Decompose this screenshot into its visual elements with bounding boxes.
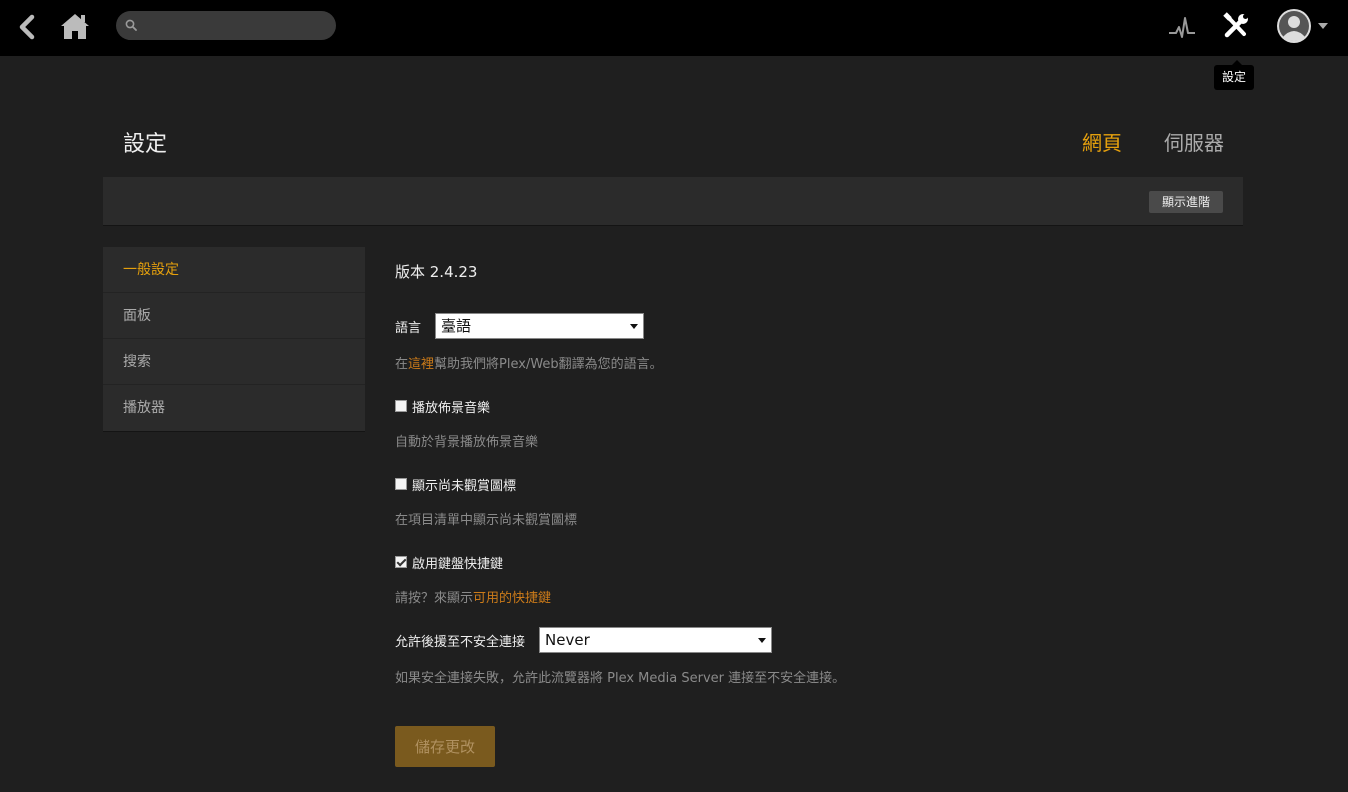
version-text: 版本 2.4.23 — [395, 263, 478, 281]
theme-music-help: 自動於背景播放佈景音樂 — [395, 435, 539, 450]
settings-toolbar: 顯示進階 — [103, 177, 1243, 226]
settings-sidebar: 一般設定 面板 搜索 播放器 — [103, 247, 365, 432]
unwatched-icons-row: 顯示尚未觀賞圖標 — [395, 475, 516, 494]
shortcuts-link[interactable]: 可用的快捷鍵 — [473, 591, 551, 606]
activity-button[interactable] — [1166, 12, 1198, 42]
home-icon — [61, 14, 89, 39]
save-changes-button[interactable]: 儲存更改 — [395, 726, 495, 767]
settings-tabs: 網頁 伺服器 — [1082, 127, 1224, 156]
unwatched-icons-help: 在項目清單中顯示尚未觀賞圖標 — [395, 513, 578, 528]
tools-icon — [1223, 12, 1248, 38]
unwatched-icons-label: 顯示尚未觀賞圖標 — [412, 479, 517, 494]
activity-pulse-icon — [1169, 17, 1195, 38]
search-input[interactable] — [144, 15, 324, 36]
insecure-fallback-label: 允許後援至不安全連接 — [395, 634, 526, 650]
theme-music-label: 播放佈景音樂 — [412, 401, 491, 416]
chevron-down-icon — [1318, 23, 1328, 29]
insecure-fallback-value: Never — [545, 631, 590, 649]
sidebar-item-search[interactable]: 搜索 — [103, 339, 365, 385]
keyboard-shortcuts-help: 請按？來顯示可用的快捷鍵 — [395, 591, 552, 606]
show-advanced-button[interactable]: 顯示進階 — [1148, 191, 1223, 213]
tab-web[interactable]: 網頁 — [1082, 127, 1122, 156]
tab-server[interactable]: 伺服器 — [1164, 127, 1224, 156]
language-select-value: 臺語 — [441, 317, 472, 335]
theme-music-row: 播放佈景音樂 — [395, 397, 490, 416]
language-row: 語言 臺語 — [395, 313, 645, 339]
chevron-down-icon — [758, 638, 767, 643]
insecure-fallback-select[interactable]: Never — [539, 627, 773, 653]
insecure-fallback-row: 允許後援至不安全連接 Never — [395, 627, 773, 653]
keyboard-shortcuts-row: 啟用鍵盤快捷鍵 — [395, 553, 503, 572]
user-menu-button[interactable] — [1276, 6, 1332, 46]
keyboard-shortcuts-label: 啟用鍵盤快捷鍵 — [412, 557, 504, 572]
keyboard-shortcuts-checkbox[interactable] — [395, 555, 407, 568]
sidebar-item-dashboard[interactable]: 面板 — [103, 293, 365, 339]
page-title: 設定 — [123, 132, 168, 157]
language-help: 在這裡幫助我們將Plex/Web翻譯為您的語言。 — [395, 357, 663, 372]
translate-link[interactable]: 這裡 — [408, 357, 434, 372]
user-avatar-icon — [1277, 9, 1311, 43]
chevron-down-icon — [630, 324, 639, 329]
settings-button[interactable] — [1220, 10, 1252, 42]
language-select[interactable]: 臺語 — [435, 313, 645, 339]
unwatched-icons-checkbox[interactable] — [395, 477, 407, 490]
back-button[interactable] — [12, 10, 42, 44]
search-icon — [125, 19, 137, 31]
insecure-fallback-help: 如果安全連接失敗，允許此流覽器將 Plex Media Server 連接至不安… — [395, 671, 846, 686]
top-navigation-bar — [0, 0, 1348, 56]
language-label: 語言 — [395, 320, 422, 336]
sidebar-item-player[interactable]: 播放器 — [103, 385, 365, 431]
home-button[interactable] — [58, 9, 92, 43]
sidebar-item-general[interactable]: 一般設定 — [103, 247, 365, 293]
chevron-left-icon — [19, 14, 35, 40]
theme-music-checkbox[interactable] — [395, 399, 407, 412]
settings-tooltip: 設定 — [1214, 60, 1255, 90]
search-box[interactable] — [116, 11, 336, 40]
